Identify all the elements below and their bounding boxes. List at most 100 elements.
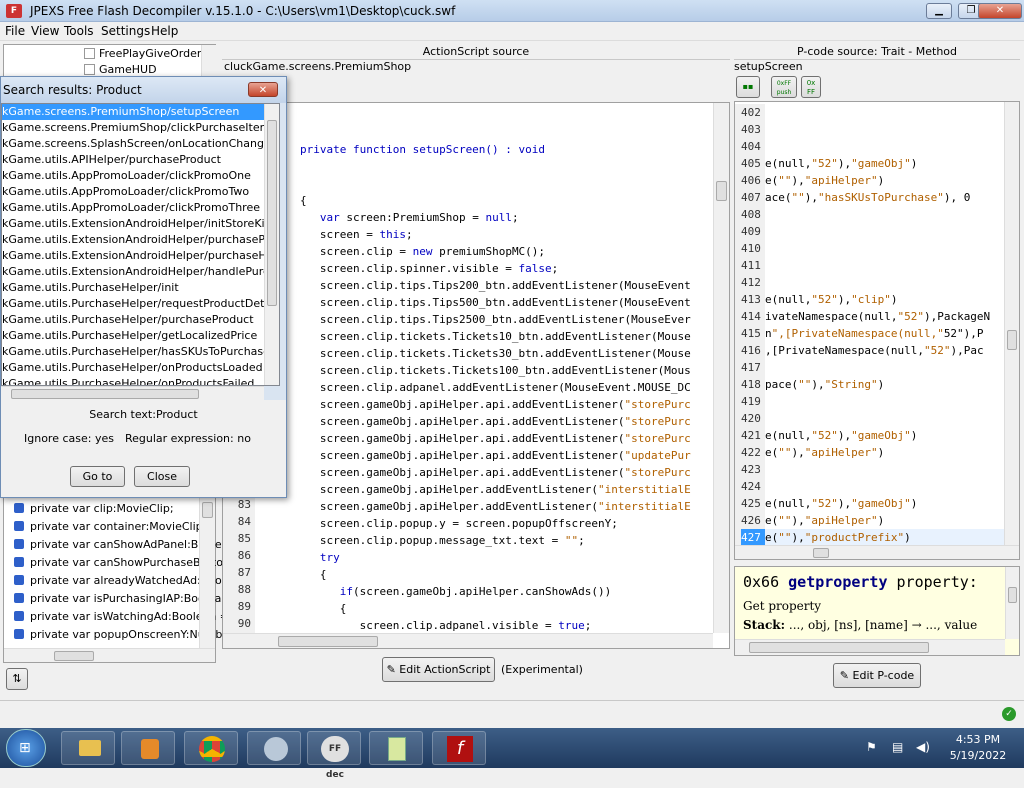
explorer-taskbar-button[interactable]: [61, 731, 115, 765]
line-number: 413: [741, 293, 761, 306]
result-item[interactable]: kGame.utils.AppPromoLoader/clickPromoThr…: [2, 200, 264, 216]
code-line: {: [300, 602, 347, 615]
code-line: screen.clip.tickets.Tickets30_btn.addEve…: [300, 347, 691, 360]
edit-icon: ✎: [839, 669, 850, 682]
minimize-button[interactable]: ▁: [926, 3, 952, 19]
result-item[interactable]: kGame.utils.AppPromoLoader/clickPromoTwo: [2, 184, 264, 200]
media-player-taskbar-button[interactable]: [121, 731, 175, 765]
close-button[interactable]: Close: [134, 466, 190, 487]
list-item[interactable]: private var isWatchingAd:Boolean =: [4, 608, 229, 626]
field-icon: [14, 629, 24, 639]
members-vscrollbar[interactable]: [199, 498, 215, 648]
volume-icon[interactable]: ◀): [916, 740, 930, 754]
code-hscrollbar[interactable]: [223, 633, 713, 648]
list-item[interactable]: private var clip:MovieClip;: [4, 500, 199, 518]
start-button[interactable]: ⊞: [6, 729, 46, 767]
graph-button[interactable]: ▪▪: [736, 76, 760, 98]
flash-taskbar-button[interactable]: f: [432, 731, 486, 765]
result-item[interactable]: kGame.utils.ExtensionAndroidHelper/handl…: [2, 264, 279, 280]
tree-item[interactable]: GameHUD: [84, 63, 157, 76]
code-area[interactable]: private function setupScreen() : void { …: [258, 107, 711, 632]
pcode-line: [765, 121, 1005, 138]
result-item[interactable]: kGame.screens.SplashScreen/onLocationCha…: [2, 136, 279, 152]
result-item[interactable]: kGame.utils.ExtensionAndroidHelper/initS…: [2, 216, 269, 232]
notepad-taskbar-button[interactable]: [369, 731, 423, 765]
result-item[interactable]: kGame.utils.ExtensionAndroidHelper/purch…: [2, 232, 279, 248]
pcode-line: [765, 223, 1005, 240]
result-item[interactable]: kGame.utils.ExtensionAndroidHelper/purch…: [2, 248, 279, 264]
goto-button[interactable]: Go to: [70, 466, 125, 487]
file-icon: [84, 48, 95, 59]
code-line: screen.clip.tickets.Tickets100_btn.addEv…: [300, 364, 691, 377]
field-icon: [14, 539, 24, 549]
result-item[interactable]: kGame.utils.PurchaseHelper/getLocalizedP…: [2, 328, 264, 344]
result-item[interactable]: kGame.utils.PurchaseHelper/onProductsLoa…: [2, 360, 264, 376]
list-item[interactable]: private var alreadyWatchedAd:Boo: [4, 572, 222, 590]
result-item[interactable]: kGame.utils.PurchaseHelper/requestProduc…: [2, 296, 279, 312]
result-item[interactable]: kGame.utils.PurchaseHelper/hasSKUsToPurc…: [2, 344, 270, 360]
tree-item[interactable]: FreePlayGiveOrderSc: [84, 47, 214, 60]
pcode-vscrollbar[interactable]: [1004, 102, 1019, 545]
ffdec-taskbar-button[interactable]: FF dec: [307, 731, 361, 780]
pcode-editor[interactable]: 402 403 404 405 406 407 408 409 410 411 412 413 414 4…: [734, 101, 1020, 560]
actionscript-editor[interactable]: 83 84 85 86 87 88 89 90 private function…: [222, 102, 730, 649]
list-item[interactable]: private var popupOnscreenY:Numb: [4, 626, 222, 644]
result-item[interactable]: kGame.screens.PremiumShop/setupScreen: [2, 104, 264, 120]
result-item[interactable]: kGame.utils.AppPromoLoader/clickPromoOne: [2, 168, 264, 184]
results-list[interactable]: kGame.screens.PremiumShop/setupScreen kGa…: [1, 103, 280, 386]
clock[interactable]: 4:53 PM 5/19/2022: [948, 732, 1008, 764]
result-item[interactable]: kGame.utils.PurchaseHelper/init: [2, 280, 264, 296]
results-vscrollbar[interactable]: [264, 104, 279, 385]
code-line: screen = this;: [300, 228, 413, 241]
result-item[interactable]: kGame.screens.PremiumShop/clickPurchaseI…: [2, 120, 270, 136]
pcode-hscrollbar[interactable]: [735, 545, 1019, 559]
network-icon[interactable]: ▤: [892, 740, 903, 754]
breadcrumb: cluckGame.screens.PremiumShop: [224, 60, 412, 73]
result-item[interactable]: kGame.utils.APIHelper/purchaseProduct: [2, 152, 264, 168]
pcode-code-area[interactable]: e(null,"52"),"gameObj") e(""),"apiHelper"…: [765, 104, 1005, 545]
dialog-title-bar[interactable]: Search results: Product ✕: [1, 77, 286, 103]
code-line: screen.clip.tips.Tips200_btn.addEventLis…: [300, 279, 691, 292]
clock-time: 4:53 PM: [955, 733, 1001, 746]
result-item[interactable]: kGame.utils.PurchaseHelper/onProductsFai…: [2, 376, 264, 385]
line-number: 402: [741, 106, 761, 119]
edit-actionscript-button[interactable]: ✎ Edit ActionScript: [382, 657, 495, 682]
line-number: 409: [741, 225, 761, 238]
push-button[interactable]: 0xFF push: [771, 76, 797, 98]
edit-pcode-button[interactable]: ✎ Edit P-code: [833, 663, 921, 688]
code-vscrollbar[interactable]: [713, 103, 729, 633]
pcode-line: n",[PrivateNamespace(null,"52"),P: [765, 327, 984, 340]
code-line: screen.clip.tips.Tips2500_btn.addEventLi…: [300, 313, 691, 326]
pcode-line: [765, 138, 1005, 155]
menu-settings[interactable]: Settings: [101, 24, 150, 38]
list-item[interactable]: private var canShowPurchaseButto: [4, 554, 223, 572]
flag-icon[interactable]: ⚑: [866, 740, 877, 754]
dialog-title: Search results: Product: [3, 83, 142, 97]
window-title: JPEXS Free Flash Decompiler v.15.1.0 - C…: [30, 4, 456, 18]
menu-tools[interactable]: Tools: [64, 24, 94, 38]
chrome-taskbar-button[interactable]: [184, 731, 238, 765]
list-item[interactable]: private var canShowAdPanel:Boole: [4, 536, 222, 554]
doc-vscrollbar[interactable]: [1005, 567, 1019, 639]
menu-help[interactable]: Help: [151, 24, 178, 38]
code-line: if(screen.gameObj.apiHelper.canShowAds()…: [339, 585, 612, 598]
taskbar: ⊞ FF dec f ⚑ ▤ ◀) 4:53 PM 5/19/2022: [0, 728, 1024, 780]
dialog-close-icon[interactable]: ✕: [248, 82, 278, 97]
hex-button[interactable]: 0x FF: [801, 76, 821, 98]
list-item[interactable]: private var isPurchasingIAP:Boolea: [4, 590, 221, 608]
line-number: 412: [741, 276, 761, 289]
pcode-line: ,[PrivateNamespace(null,"52"),Pac: [765, 344, 984, 357]
line-number: 410: [741, 242, 761, 255]
results-hscrollbar[interactable]: [1, 386, 264, 400]
list-item[interactable]: private var container:MovieClip;: [4, 518, 206, 536]
menu-file[interactable]: File: [5, 24, 25, 38]
line-number: 404: [741, 140, 761, 153]
code-line: screen.gameObj.apiHelper.addEventListene…: [300, 500, 691, 513]
result-item[interactable]: kGame.utils.PurchaseHelper/purchaseProdu…: [2, 312, 264, 328]
doc-hscrollbar[interactable]: [735, 639, 1005, 655]
menu-view[interactable]: View: [31, 24, 59, 38]
close-window-button[interactable]: ✕: [978, 3, 1022, 19]
members-hscrollbar[interactable]: [4, 648, 215, 662]
sort-button[interactable]: ⇅: [6, 668, 28, 690]
installer-taskbar-button[interactable]: [247, 731, 301, 765]
